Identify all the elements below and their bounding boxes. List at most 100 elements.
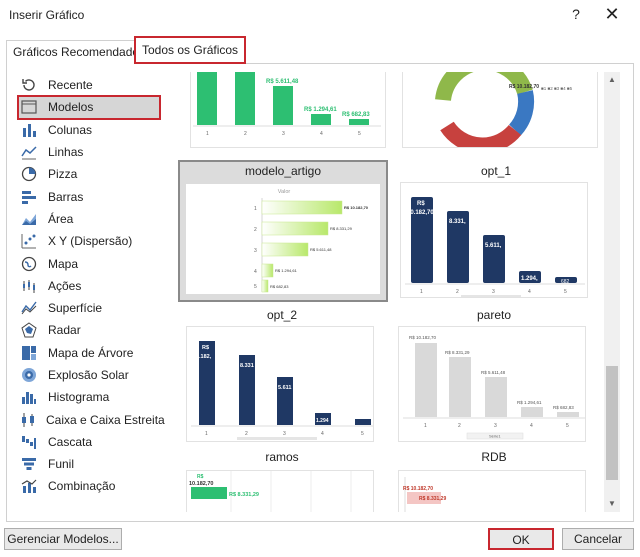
scroll-down-icon[interactable]: ▼ [604, 496, 620, 512]
sidebar-item-treemap[interactable]: Mapa de Árvore [18, 342, 160, 364]
combo-chart-icon [20, 478, 38, 494]
thumb-tick-label: 2 [244, 131, 247, 137]
sidebar-item-lines[interactable]: Linhas [18, 141, 160, 163]
thumb-tick-label: 2 [456, 289, 459, 295]
template-gallery: R$ 5.611,48 R$ 1.294,61 R$ 682,83 1 2 3 … [170, 72, 604, 512]
sidebar-item-combo[interactable]: Combinação [18, 475, 160, 497]
sidebar-item-area[interactable]: Área [18, 208, 160, 230]
thumb-tick-label: 3 [254, 248, 257, 254]
tab-all-charts[interactable]: Todos os Gráficos [134, 36, 247, 64]
sunburst-icon [20, 367, 38, 383]
thumb-tick-label: 1 [420, 289, 423, 295]
manage-templates-button[interactable]: Gerenciar Modelos... [4, 528, 122, 550]
thumbnail-canvas: R$ 10.182,70 ■1 ■2 ■3 ■4 ■5 [402, 72, 598, 148]
sidebar-item-histogram[interactable]: Histograma [18, 386, 160, 408]
thumb-data-label: R$ 10.182,70 [409, 335, 437, 340]
ok-button[interactable]: OK [488, 528, 554, 550]
scroll-up-icon[interactable]: ▲ [604, 72, 620, 88]
thumbnail-inner: Valor R$ 10.182,70 R$ 8.331,29 R$ 5.611,… [186, 184, 380, 294]
thumb-data-label: R$ 1.294,61 [517, 400, 542, 405]
sidebar-item-label: Modelos [48, 100, 94, 115]
sidebar-item-map[interactable]: Mapa [18, 252, 160, 274]
thumb-bar [349, 119, 369, 125]
thumb-data-label: R$ 8.331,29 [419, 496, 446, 502]
sidebar-item-columns[interactable]: Colunas [18, 119, 160, 141]
sidebar-item-surface[interactable]: Superfície [18, 297, 160, 319]
thumb-bar [261, 242, 309, 257]
thumb-tick-label: 4 [528, 289, 531, 295]
sidebar-item-label: Combinação [48, 479, 116, 494]
sidebar-item-sunburst[interactable]: Explosão Solar [18, 364, 160, 386]
funnel-icon [20, 456, 38, 472]
sidebar-item-label: Área [48, 211, 74, 226]
sidebar-item-label: Colunas [48, 122, 93, 137]
scrollbar-thumb[interactable] [606, 366, 618, 480]
template-thumb-opt-2[interactable]: opt_2 R$ .182, 8.331 5.611 1.294 1 2 3 4… [184, 304, 380, 446]
template-name: ramos [265, 450, 299, 464]
sidebar-item-pie[interactable]: Pizza [18, 163, 160, 185]
box-whisker-icon [20, 412, 36, 428]
sidebar-item-label: Funil [48, 457, 75, 472]
thumb-bar [261, 263, 274, 278]
close-button[interactable]: ✕ [600, 4, 624, 26]
tab-recommended-charts[interactable]: Gráficos Recomendados [6, 40, 153, 64]
template-thumb-rdb[interactable]: RDB Valor R$ 10.182,70 R$ 8.331,29 [396, 448, 592, 512]
template-thumb-ramos[interactable]: ramos R$ 10.182,70 R$ 8.331,29 [184, 448, 380, 512]
sidebar-item-waterfall[interactable]: Cascata [18, 431, 160, 453]
thumb-data-label: R$ 1.294,61 [304, 107, 337, 113]
sidebar-item-scatter[interactable]: X Y (Dispersão) [18, 230, 160, 252]
template-name: pareto [476, 308, 512, 322]
template-thumb-top-right[interactable]: R$ 10.182,70 ■1 ■2 ■3 ■4 ■5 [402, 72, 598, 148]
thumbnail-chart: Valor R$ 10.182,70 R$ 8.331,29 R$ 5.611,… [254, 189, 369, 293]
bar-chart-icon [20, 189, 38, 205]
waterfall-icon [20, 434, 38, 450]
template-name: RDB [481, 450, 507, 464]
sidebar-item-label: Caixa e Caixa Estreita [46, 412, 165, 427]
sidebar-item-templates[interactable]: Modelos [17, 95, 161, 120]
thumb-tick-label: 3 [492, 289, 495, 295]
thumb-tick-label: 5 [361, 431, 364, 437]
sidebar-item-stock[interactable]: Ações [18, 275, 160, 297]
title-bar: Inserir Gráfico ? ✕ [0, 0, 640, 30]
sidebar-item-label: Mapa [48, 256, 79, 271]
sidebar-item-label: Pizza [48, 167, 78, 182]
map-chart-icon [20, 256, 38, 272]
sidebar-item-box-whisker[interactable]: Caixa e Caixa Estreita [18, 408, 165, 430]
thumb-tick-label: 2 [458, 423, 461, 429]
sidebar-item-funnel[interactable]: Funil [18, 453, 160, 475]
thumb-data-label: R$ 5.611,48 [266, 79, 299, 85]
sidebar-item-bars[interactable]: Barras [18, 185, 160, 207]
template-name: modelo_artigo [244, 164, 322, 178]
surface-chart-icon [20, 300, 38, 316]
sidebar-item-recent[interactable]: Recente [18, 74, 160, 96]
cancel-button[interactable]: Cancelar [562, 528, 634, 550]
template-thumb-pareto[interactable]: pareto R$ 10.182,70 R$ 8.331,29 R$ 5.611… [396, 304, 592, 446]
folder-icon [20, 99, 38, 115]
template-thumb-top-left[interactable]: R$ 5.611,48 R$ 1.294,61 R$ 682,83 1 2 3 … [190, 72, 386, 148]
thumb-data-label: R$ 1.294,61 [275, 268, 298, 273]
template-thumb-modelo-artigo[interactable]: modelo_artigo Valor R$ 10.182,70 R$ 8.33… [178, 160, 388, 302]
sidebar-item-label: Mapa de Árvore [48, 345, 134, 360]
thumb-data-label: R$ [197, 474, 204, 480]
thumb-tick-label: 4 [254, 269, 257, 275]
thumb-axis-title: Valor [278, 189, 291, 195]
thumb-tick-label: 3 [282, 131, 285, 137]
template-thumb-opt-1[interactable]: opt_1 R$ 10.182,70 8.331, 5.611, 1.294, … [398, 160, 594, 302]
column-chart-icon [20, 122, 38, 138]
thumb-data-label: R$ [202, 345, 209, 351]
sidebar-item-radar[interactable]: Radar [18, 319, 160, 341]
donut-legend: ■1 ■2 ■3 ■4 ■5 [541, 86, 573, 91]
sidebar-item-label: Superfície [48, 301, 103, 316]
thumbnail-chart: R$ 10.182,70 ■1 ■2 ■3 ■4 ■5 [435, 72, 573, 147]
thumb-tick-label: 4 [320, 131, 323, 137]
thumbnail-chart: R$ 5.611,48 R$ 1.294,61 R$ 682,83 1 2 3 … [193, 72, 381, 137]
donut-slice [440, 121, 522, 147]
treemap-icon [20, 345, 38, 361]
thumb-data-label: R$ 5.611,48 [481, 370, 506, 375]
thumb-axis-title: Valor [487, 471, 499, 473]
thumb-bar [449, 357, 471, 417]
thumb-data-label: R$ 8.331,29 [445, 350, 470, 355]
gallery-scrollbar[interactable]: ▲ ▼ [604, 72, 620, 512]
thumb-bar [261, 200, 343, 215]
help-button[interactable]: ? [566, 4, 586, 24]
